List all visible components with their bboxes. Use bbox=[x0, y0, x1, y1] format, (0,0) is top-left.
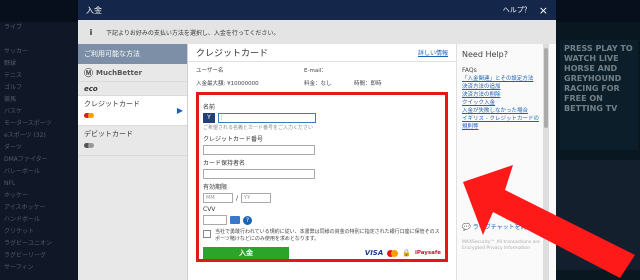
muchbetter-logo-icon: Ⓜ bbox=[84, 69, 94, 79]
consent-text: 当社で勇敢行われている規約に従い、本書弊は同様の資金の特別に指定された銀行口座に… bbox=[215, 229, 440, 242]
content-header: クレジットカード 詳しい情報 bbox=[188, 44, 456, 62]
live-chat-button[interactable]: 💬 ライブチャットを開始 bbox=[462, 222, 533, 232]
method-credit-card-label: クレジットカード bbox=[84, 100, 140, 108]
visa-logo: VISA bbox=[364, 249, 384, 257]
help-panel: Need Help? FAQs 「入金関連」とその設定方法 決済方法の追加 決済… bbox=[456, 44, 556, 280]
help-title: Need Help? bbox=[462, 50, 508, 59]
method-eco-label: eco bbox=[84, 84, 98, 93]
email-label: E-mail： bbox=[304, 68, 327, 74]
method-eco[interactable]: eco bbox=[78, 82, 187, 96]
name-label: 名前 bbox=[203, 104, 216, 111]
lock-icon: 🔒 bbox=[402, 249, 411, 257]
notice-bar: i 下記よりお好みの支払い方法を選択し、入金を行ってください。 bbox=[78, 20, 556, 44]
content-title: クレジットカード bbox=[196, 49, 269, 59]
expiry-label: 有効期限 bbox=[203, 184, 228, 191]
notice-text: 下記よりお好みの支払い方法を選択し、入金を行ってください。 bbox=[106, 29, 280, 37]
modal-scrollbar[interactable] bbox=[543, 44, 549, 280]
help-link-header[interactable]: ヘルプ？ bbox=[503, 5, 531, 15]
modal-header: 入金 ヘルプ？ × bbox=[78, 0, 556, 20]
fee-label: 料金：なし bbox=[304, 81, 332, 87]
name-hint: ご希望される名義とカード番号をご入力ください bbox=[203, 125, 314, 131]
method-debit-card[interactable]: デビットカード bbox=[78, 126, 187, 156]
methods-title: ご利用可能な方法 bbox=[78, 44, 187, 64]
more-info-link[interactable]: 詳しい情報 bbox=[418, 48, 448, 57]
cvv-help-icon[interactable]: ? bbox=[243, 215, 252, 225]
help-link[interactable]: 入金が失敗しなかった場合 bbox=[462, 107, 551, 115]
username-label: ユーザー名 bbox=[196, 68, 224, 74]
security-footer: MAXSecurity™ All transactions are Encryp… bbox=[462, 240, 540, 251]
expiry-month-input[interactable]: MM bbox=[203, 193, 233, 203]
close-icon[interactable]: × bbox=[539, 5, 548, 16]
cvv-label: CVV bbox=[203, 206, 216, 213]
scrollbar-thumb[interactable] bbox=[544, 48, 548, 128]
help-link[interactable]: クイック入金 bbox=[462, 99, 551, 107]
expiry-year-input[interactable]: YY bbox=[241, 193, 272, 203]
modal-title: 入金 bbox=[86, 5, 102, 15]
currency-select[interactable]: Y bbox=[203, 113, 215, 123]
card-number-label: クレジットカード番号 bbox=[203, 136, 264, 143]
mastercard-logo-icon bbox=[387, 249, 399, 257]
method-muchbetter[interactable]: Ⓜ MuchBetter bbox=[78, 64, 187, 82]
help-link[interactable]: 規則等 bbox=[462, 123, 551, 131]
name-input[interactable]: | bbox=[218, 113, 316, 123]
credit-card-brand-icon bbox=[84, 113, 181, 118]
faq-label: FAQs bbox=[462, 67, 477, 74]
info-icon: i bbox=[89, 27, 93, 37]
help-link[interactable]: 「入金関連」とその設定方法 bbox=[462, 75, 551, 83]
time-label: 時間：即時 bbox=[354, 81, 382, 87]
form-footer: 入金 VISA 🔒 iPaysafe bbox=[203, 247, 441, 259]
holder-name-label: カード保持者名 bbox=[203, 160, 246, 167]
card-brands: VISA 🔒 iPaysafe bbox=[365, 249, 441, 257]
method-debit-card-label: デビットカード bbox=[84, 130, 133, 138]
help-link[interactable]: 決済方法の追加 bbox=[462, 83, 551, 91]
chat-icon: 💬 bbox=[462, 222, 471, 231]
method-muchbetter-label: MuchBetter bbox=[96, 68, 143, 77]
help-link[interactable]: 決済方法の削除 bbox=[462, 91, 551, 99]
credit-card-form: 名前 Y | ご希望される名義とカード番号をご入力ください クレジットカード番号… bbox=[196, 92, 448, 262]
paysafe-logo: iPaysafe bbox=[414, 250, 441, 256]
holder-name-input[interactable] bbox=[203, 169, 315, 179]
cvv-card-icon bbox=[230, 216, 240, 224]
method-credit-card[interactable]: クレジットカード ▶ bbox=[78, 96, 187, 126]
live-chat-label: ライブチャットを開始 bbox=[472, 224, 533, 231]
card-number-input[interactable] bbox=[203, 145, 315, 155]
expiry-separator: / bbox=[236, 194, 239, 202]
deposit-button[interactable]: 入金 bbox=[203, 247, 289, 259]
user-info: ユーザー名 E-mail： 入金最大額: ¥10000000 料金：なし 時間：… bbox=[188, 62, 456, 91]
selected-arrow-icon: ▶ bbox=[176, 106, 183, 115]
help-link[interactable]: イギリス - クレジットカードの bbox=[462, 115, 551, 123]
consent-checkbox[interactable] bbox=[203, 230, 211, 238]
payment-methods-panel: ご利用可能な方法 Ⓜ MuchBetter eco クレジットカード ▶ デビッ… bbox=[78, 44, 188, 280]
deposit-limit: 入金最大額: ¥10000000 bbox=[196, 81, 259, 87]
consent-row: 当社で勇敢行われている規約に従い、本書弊は同様の資金の特別に指定された銀行口座に… bbox=[203, 229, 441, 243]
cvv-input[interactable] bbox=[203, 215, 227, 225]
debit-card-brand-icon bbox=[84, 143, 181, 148]
